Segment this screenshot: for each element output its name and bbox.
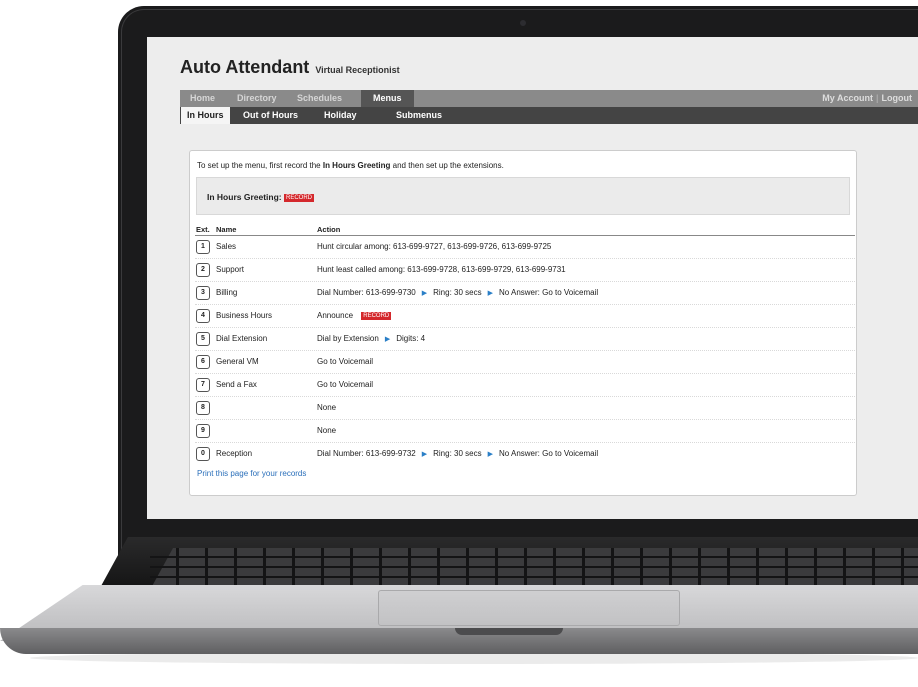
keyboard-row-gap xyxy=(150,576,918,578)
table-row: 5 Dial Extension Dial by Extension ▶ Digit… xyxy=(195,327,855,350)
extension-key[interactable]: 0 xyxy=(196,447,210,461)
app-title-text: Auto Attendant xyxy=(180,57,310,77)
trackpad xyxy=(378,590,680,626)
tab-home[interactable]: Home xyxy=(190,90,215,107)
action-step: Dial Number: 613-699-9732 xyxy=(317,449,416,458)
action-step: Hunt circular among: 613-699-9727, 613-6… xyxy=(317,242,552,251)
intro-text: To set up the menu, first record the In … xyxy=(197,161,504,170)
table-row: 6 General VM Go to Voicemail xyxy=(195,350,855,373)
extension-action[interactable]: Dial Number: 613-699-9732 ▶ Ring: 30 secs ▶… xyxy=(317,449,598,458)
extensions-table: 1 Sales Hunt circular among: 613-699-972… xyxy=(195,235,855,465)
keyboard-row-gap xyxy=(150,566,918,568)
table-row: 1 Sales Hunt circular among: 613-699-972… xyxy=(195,235,855,258)
tab-in-hours[interactable]: In Hours xyxy=(181,107,230,124)
extension-action[interactable]: None xyxy=(317,403,336,412)
action-step: Hunt least called among: 613-699-9728, 6… xyxy=(317,265,566,274)
record-greeting-button[interactable]: RECORD xyxy=(284,193,315,202)
app-subtitle: Virtual Receptionist xyxy=(315,65,400,75)
action-step: No Answer: Go to Voicemail xyxy=(498,449,599,458)
extension-name[interactable]: General VM xyxy=(216,357,259,366)
table-row: 4 Business Hours Announce RECORD xyxy=(195,304,855,327)
arrow-right-icon: ▶ xyxy=(487,451,493,458)
greeting-box: In Hours Greeting: RECORD xyxy=(196,177,850,215)
extension-name[interactable]: Billing xyxy=(216,288,237,297)
keyboard-row-gap xyxy=(150,556,918,558)
action-step: None xyxy=(317,403,337,412)
extension-name[interactable]: Reception xyxy=(216,449,252,458)
laptop-notch xyxy=(455,628,563,635)
extension-action[interactable]: Go to Voicemail xyxy=(317,357,373,366)
tab-directory[interactable]: Directory xyxy=(237,90,277,107)
action-step: No Answer: Go to Voicemail xyxy=(498,288,599,297)
tab-holiday[interactable]: Holiday xyxy=(324,107,357,124)
record-announcement-button[interactable]: RECORD xyxy=(361,311,392,320)
arrow-right-icon: ▶ xyxy=(421,290,428,297)
tab-submenus[interactable]: Submenus xyxy=(396,107,442,124)
table-row: 7 Send a Fax Go to Voicemail xyxy=(195,373,855,396)
extension-action[interactable]: Hunt least called among: 613-699-9728, 6… xyxy=(317,265,566,274)
action-step: Announce xyxy=(317,311,354,320)
extension-name[interactable]: Sales xyxy=(216,242,236,251)
arrow-right-icon: ▶ xyxy=(384,336,391,343)
my-account-link[interactable]: My Account xyxy=(822,93,873,103)
extension-action[interactable]: None xyxy=(317,426,336,435)
intro-text-end: and then set up the extensions. xyxy=(390,161,504,170)
action-step: Dial Number: 613-699-9730 xyxy=(317,288,416,297)
print-page-link[interactable]: Print this page for your records xyxy=(197,469,306,478)
tab-menus[interactable]: Menus xyxy=(361,90,414,107)
extension-key[interactable]: 8 xyxy=(196,401,210,415)
column-header-action: Action xyxy=(317,225,341,234)
table-row: 9 None xyxy=(195,419,855,442)
keyboard xyxy=(150,548,918,590)
table-row: 3 Billing Dial Number: 613-699-9730 ▶ Ring… xyxy=(195,281,855,304)
page-title: Auto Attendant Virtual Receptionist xyxy=(180,57,400,78)
camera-icon xyxy=(520,20,526,26)
extension-name[interactable]: Send a Fax xyxy=(216,380,257,389)
intro-text-bold: In Hours Greeting xyxy=(322,161,391,170)
column-header-name: Name xyxy=(216,225,237,234)
action-step: Go to Voicemail xyxy=(317,357,374,366)
extension-action[interactable]: Dial by Extension ▶ Digits: 4 xyxy=(317,334,425,343)
action-step: Ring: 30 secs xyxy=(433,449,482,458)
arrow-right-icon: ▶ xyxy=(487,290,493,297)
table-row: 2 Support Hunt least called among: 613-6… xyxy=(195,258,855,281)
table-row: 0 Reception Dial Number: 613-699-9732 ▶ Ri… xyxy=(195,442,855,465)
tab-schedules[interactable]: Schedules xyxy=(297,90,342,107)
menu-panel: To set up the menu, first record the In … xyxy=(189,150,857,496)
logout-link[interactable]: Logout xyxy=(882,93,913,103)
extension-name[interactable]: Business Hours xyxy=(216,311,272,320)
extension-key[interactable]: 7 xyxy=(196,378,210,392)
extension-action[interactable]: Go to Voicemail xyxy=(317,380,373,389)
nav-separator: | xyxy=(875,93,879,103)
extension-key[interactable]: 4 xyxy=(196,309,210,323)
extension-key[interactable]: 9 xyxy=(196,424,210,438)
action-step: None xyxy=(317,426,337,435)
intro-text-start: To set up the menu, first record the xyxy=(197,161,323,170)
extension-name[interactable]: Dial Extension xyxy=(216,334,267,343)
table-row: 8 None xyxy=(195,396,855,419)
account-links: My Account | Logout xyxy=(822,90,912,107)
column-header-ext: Ext. xyxy=(196,225,210,234)
top-navigation: Home Directory Schedules Menus My Accoun… xyxy=(180,90,918,107)
greeting-label: In Hours Greeting: xyxy=(207,192,282,202)
action-step: Go to Voicemail xyxy=(317,380,374,389)
sub-navigation: In Hours Out of Hours Holiday Submenus xyxy=(180,107,918,124)
extension-action[interactable]: Dial Number: 613-699-9730 ▶ Ring: 30 secs ▶… xyxy=(317,288,598,297)
extension-key[interactable]: 6 xyxy=(196,355,210,369)
screen: Auto Attendant Virtual Receptionist Home … xyxy=(147,37,918,519)
extension-key[interactable]: 5 xyxy=(196,332,210,346)
extension-name[interactable]: Support xyxy=(216,265,244,274)
extension-key[interactable]: 2 xyxy=(196,263,210,277)
action-step: Digits: 4 xyxy=(396,334,426,343)
extension-action[interactable]: Announce RECORD xyxy=(317,311,392,320)
action-step: Dial by Extension xyxy=(317,334,379,343)
extension-key[interactable]: 1 xyxy=(196,240,210,254)
action-step: Ring: 30 secs xyxy=(433,288,482,297)
extension-action[interactable]: Hunt circular among: 613-699-9727, 613-6… xyxy=(317,242,551,251)
extension-key[interactable]: 3 xyxy=(196,286,210,300)
arrow-right-icon: ▶ xyxy=(421,451,428,458)
tab-out-of-hours[interactable]: Out of Hours xyxy=(243,107,298,124)
greeting-row: In Hours Greeting: RECORD xyxy=(207,192,315,202)
